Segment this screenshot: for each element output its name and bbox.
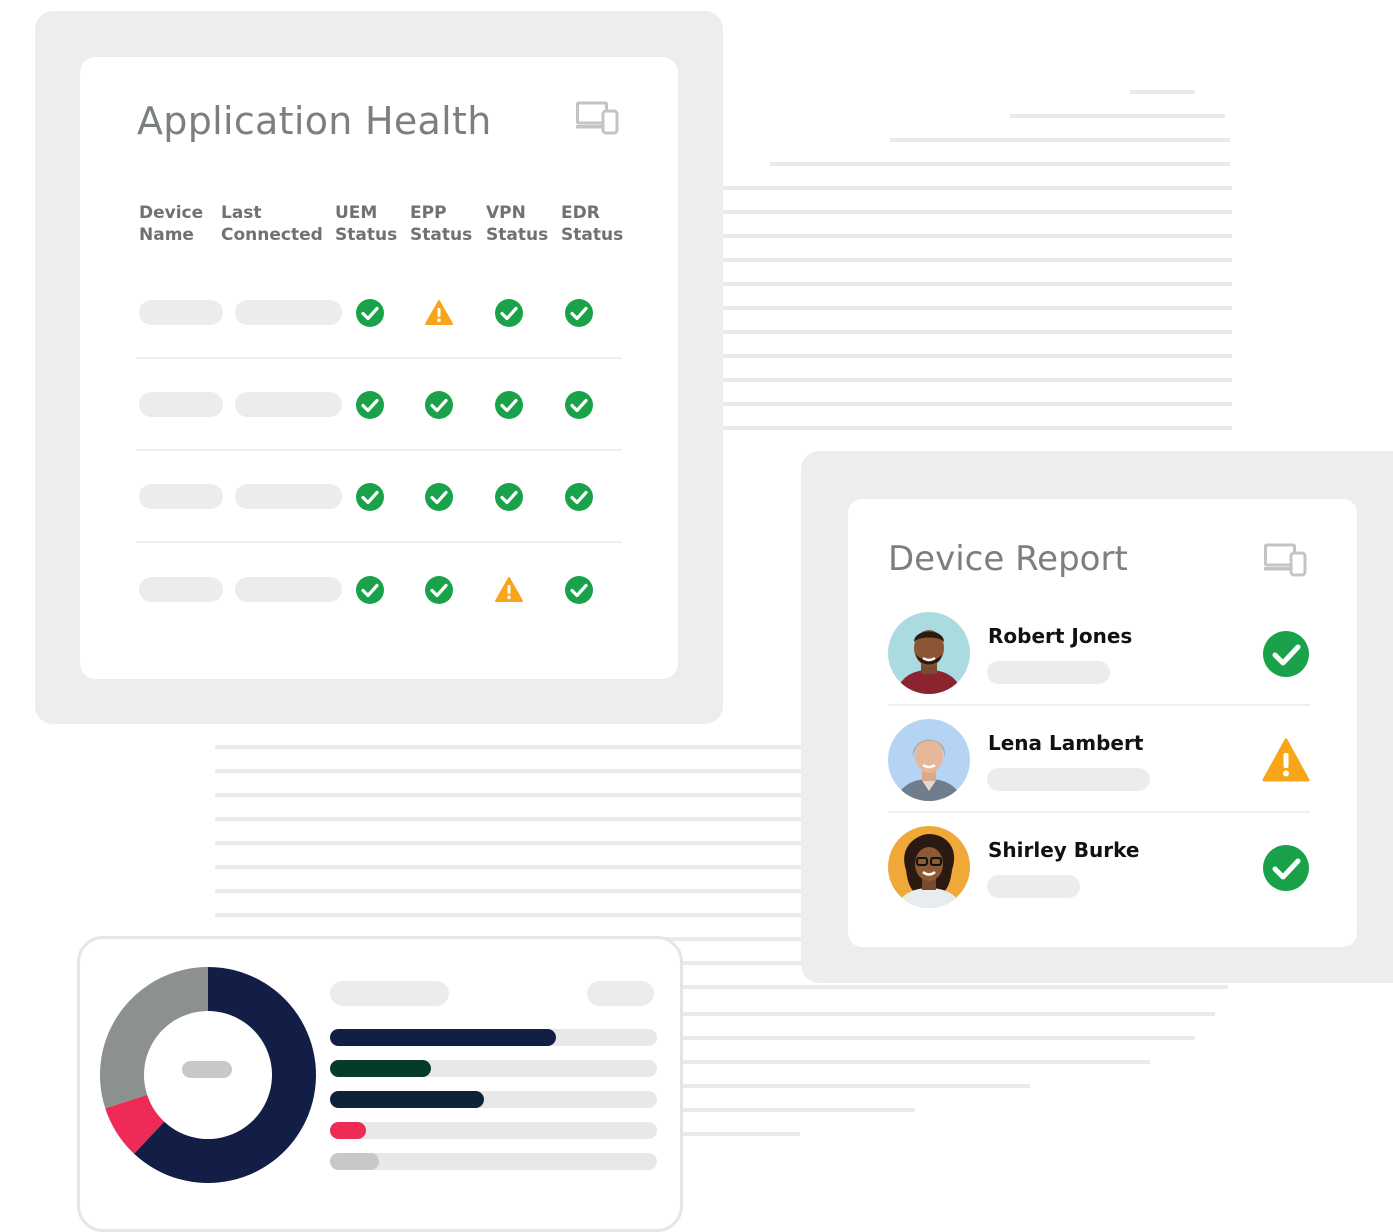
check-circle-icon: [565, 576, 593, 604]
device-report-title: Device Report: [888, 539, 1128, 579]
column-header-uem-status: UEM Status: [335, 203, 398, 245]
check-circle-icon: [425, 576, 453, 604]
chart-header-placeholder: [330, 981, 449, 1006]
warning-triangle-icon: [425, 300, 453, 325]
avatar: [888, 612, 970, 694]
row-divider: [136, 449, 622, 451]
bar-fill: [330, 1029, 556, 1046]
row-divider: [888, 704, 1310, 706]
devices-icon: [1264, 543, 1307, 577]
device-report-row[interactable]: Robert Jones: [888, 612, 1310, 694]
warning-triangle-icon: [1262, 738, 1310, 782]
check-circle-icon: [1263, 845, 1309, 891]
check-circle-icon: [356, 391, 384, 419]
bar-track: [330, 1029, 657, 1046]
bar-fill: [330, 1122, 366, 1139]
row-divider: [136, 357, 622, 359]
person-name: Lena Lambert: [988, 731, 1144, 755]
summary-chart-card: [77, 936, 683, 1232]
last-connected-placeholder: [235, 392, 342, 417]
check-circle-icon: [425, 391, 453, 419]
check-circle-icon: [495, 391, 523, 419]
donut-slice: [99, 967, 208, 1109]
column-header-last-connected: Last Connected: [221, 203, 323, 245]
placeholder-bar: [987, 875, 1080, 898]
check-circle-icon: [495, 299, 523, 327]
avatar: [888, 826, 970, 908]
column-header-vpn-status: VPN Status: [486, 203, 549, 245]
check-circle-icon: [495, 483, 523, 511]
warning-triangle-icon: [495, 577, 523, 602]
device-report-row[interactable]: Shirley Burke: [888, 826, 1310, 908]
bar-fill: [330, 1060, 432, 1077]
bar-track: [330, 1122, 657, 1139]
check-circle-icon: [565, 483, 593, 511]
placeholder-bar: [987, 661, 1110, 684]
check-circle-icon: [356, 299, 384, 327]
device-name-placeholder: [139, 577, 223, 602]
column-header-device-name: Device Name: [139, 203, 204, 245]
check-circle-icon: [1263, 631, 1309, 677]
avatar: [888, 719, 970, 801]
bar-track: [330, 1091, 657, 1108]
person-name: Robert Jones: [988, 624, 1133, 648]
last-connected-placeholder: [235, 300, 342, 325]
device-name-placeholder: [139, 392, 223, 417]
check-circle-icon: [356, 483, 384, 511]
last-connected-placeholder: [235, 577, 342, 602]
check-circle-icon: [356, 576, 384, 604]
column-header-edr-status: EDR Status: [561, 203, 624, 245]
chart-header-placeholder: [587, 981, 654, 1006]
bar-fill: [330, 1091, 484, 1108]
row-divider: [136, 541, 622, 543]
check-circle-icon: [565, 299, 593, 327]
devices-icon: [576, 101, 619, 135]
check-circle-icon: [565, 391, 593, 419]
last-connected-placeholder: [235, 484, 342, 509]
bar-track: [330, 1153, 657, 1170]
person-name: Shirley Burke: [988, 838, 1140, 862]
application-health-card: Application Health Device Name Last Connec…: [80, 57, 678, 679]
column-header-epp-status: EPP Status: [410, 203, 473, 245]
bar-fill: [330, 1153, 380, 1170]
bar-track: [330, 1060, 657, 1077]
device-name-placeholder: [139, 300, 223, 325]
row-divider: [888, 811, 1310, 813]
check-circle-icon: [425, 483, 453, 511]
application-health-title: Application Health: [137, 99, 492, 143]
device-report-card: Device Report Robert Jones Lena Lambert …: [848, 499, 1357, 947]
device-name-placeholder: [139, 484, 223, 509]
placeholder-bar: [987, 768, 1150, 791]
donut-center-label-placeholder: [182, 1061, 232, 1078]
device-report-row[interactable]: Lena Lambert: [888, 719, 1310, 801]
